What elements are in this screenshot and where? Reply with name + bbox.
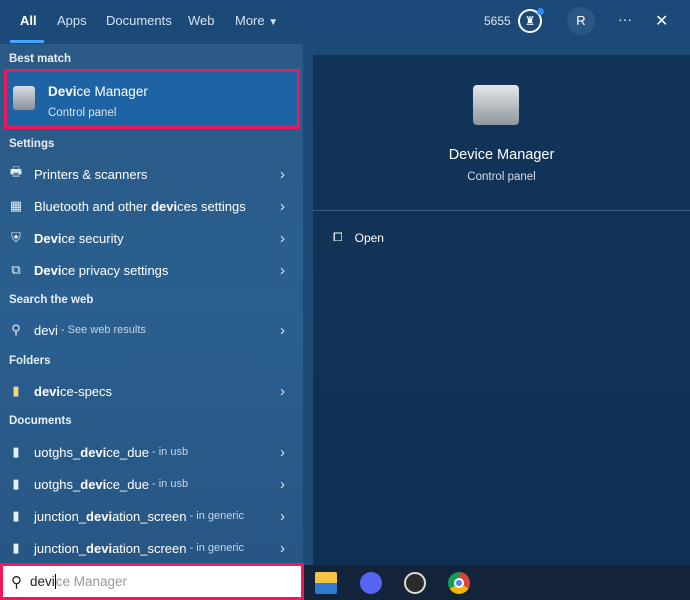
caret-down-icon: ▼: [268, 17, 279, 28]
result-document[interactable]: ▮ uotghs_device_due - in usb ›: [0, 469, 303, 499]
chevron-right-icon[interactable]: ›: [280, 322, 285, 339]
result-location: - in usb: [148, 446, 189, 458]
tab-documents[interactable]: Documents: [106, 13, 172, 28]
active-tab-indicator: [10, 40, 44, 43]
documents-header: Documents: [9, 415, 72, 427]
device-manager-icon: [13, 86, 35, 110]
preview-title: Device Manager: [448, 147, 555, 163]
chevron-right-icon[interactable]: ›: [280, 444, 285, 461]
document-icon: ▮: [12, 540, 20, 555]
result-folder-device-specs[interactable]: ▮ device-specs ›: [0, 376, 303, 406]
result-document[interactable]: ▮ junction_deviation_screen - in generic ›: [0, 533, 303, 563]
result-label: Printers & scanners: [34, 166, 148, 182]
result-printers-scanners[interactable]: 🖶 Printers & scanners ›: [0, 159, 303, 189]
chevron-right-icon[interactable]: ›: [280, 508, 285, 525]
result-label: uotghs_device_due: [34, 444, 149, 460]
settings-header: Settings: [9, 138, 55, 150]
open-action[interactable]: ⧠ Open: [333, 230, 384, 245]
document-icon: ▮: [12, 444, 20, 459]
search-typed-text: devi: [30, 574, 55, 589]
result-label: Device security: [34, 230, 124, 246]
result-device-security[interactable]: ⛨ Device security ›: [0, 223, 303, 253]
search-input[interactable]: device Manager: [30, 574, 127, 589]
chevron-right-icon[interactable]: ›: [280, 540, 285, 557]
open-icon: ⧠: [333, 230, 343, 244]
avatar[interactable]: R: [567, 7, 595, 35]
search-suggestion: ce Manager: [55, 574, 128, 589]
device-manager-large-icon: [473, 85, 519, 125]
result-label: junction_deviation_screen: [34, 540, 187, 556]
document-icon: ▮: [12, 476, 20, 491]
divider: [313, 210, 690, 211]
rewards-trophy-icon[interactable]: ♜: [518, 8, 544, 33]
folder-icon: ▮: [12, 383, 20, 398]
chrome-icon[interactable]: [448, 572, 470, 594]
printer-icon: 🖶: [9, 164, 23, 179]
devices-icon: ▦: [9, 198, 23, 213]
obs-icon[interactable]: [404, 572, 426, 594]
open-label: Open: [354, 230, 384, 245]
chevron-right-icon[interactable]: ›: [280, 166, 285, 183]
result-bluetooth-devices[interactable]: ▦ Bluetooth and other devices settings ›: [0, 191, 303, 221]
top-bar: All Apps Documents Web More ▼ 5655 ♜ R ·…: [0, 0, 690, 44]
result-location: - in generic: [186, 510, 244, 522]
best-match-device-manager[interactable]: Device Manager Control panel: [4, 69, 300, 129]
search-web-header: Search the web: [9, 294, 94, 306]
result-label: device-specs: [34, 383, 113, 399]
search-icon: ⚲: [11, 573, 22, 591]
tab-more-label: More: [235, 13, 265, 28]
result-document[interactable]: ▮ uotghs_device_due - in usb ›: [0, 437, 303, 467]
web-query: devi: [34, 322, 58, 338]
preview-pane: Device Manager Control panel ⧠ Open: [313, 55, 690, 565]
tab-web[interactable]: Web: [188, 13, 215, 28]
chevron-right-icon[interactable]: ›: [280, 383, 285, 400]
tab-all[interactable]: All: [20, 13, 37, 28]
result-label: Bluetooth and other devices settings: [34, 198, 246, 214]
tab-more[interactable]: More ▼: [235, 13, 278, 28]
result-document[interactable]: ▮ junction_deviation_screen - in generic ›: [0, 501, 303, 531]
more-options-button[interactable]: ···: [618, 11, 632, 27]
best-match-title: Device Manager: [48, 84, 148, 99]
result-web-search[interactable]: ⚲ devi - See web results ›: [0, 315, 303, 345]
chevron-right-icon[interactable]: ›: [280, 198, 285, 215]
close-button[interactable]: ✕: [655, 11, 668, 31]
document-icon: ▮: [12, 508, 20, 523]
taskbar: [304, 565, 690, 600]
preview-subtitle: Control panel: [467, 171, 536, 183]
device-privacy-icon: ⧉: [11, 262, 21, 277]
best-match-subtitle: Control panel: [48, 107, 117, 119]
result-device-privacy[interactable]: ⧉ Device privacy settings ›: [0, 255, 303, 285]
search-box[interactable]: ⚲ device Manager: [0, 563, 304, 600]
result-label: uotghs_device_due: [34, 476, 149, 492]
best-match-header: Best match: [9, 53, 71, 65]
folders-header: Folders: [9, 355, 51, 367]
result-label: Device privacy settings: [34, 262, 169, 278]
chevron-right-icon[interactable]: ›: [280, 262, 285, 279]
tab-apps[interactable]: Apps: [57, 13, 87, 28]
result-location: - in generic: [186, 542, 244, 554]
result-label: junction_deviation_screen: [34, 508, 187, 524]
file-explorer-icon[interactable]: [315, 572, 337, 594]
chevron-right-icon[interactable]: ›: [280, 476, 285, 493]
result-location: - in usb: [148, 478, 189, 490]
chevron-right-icon[interactable]: ›: [280, 230, 285, 247]
rewards-points: 5655: [484, 14, 511, 28]
shield-icon: ⛨: [11, 230, 21, 245]
search-icon: ⚲: [11, 322, 21, 337]
discord-icon[interactable]: [360, 572, 382, 594]
web-hint: - See web results: [57, 324, 146, 336]
